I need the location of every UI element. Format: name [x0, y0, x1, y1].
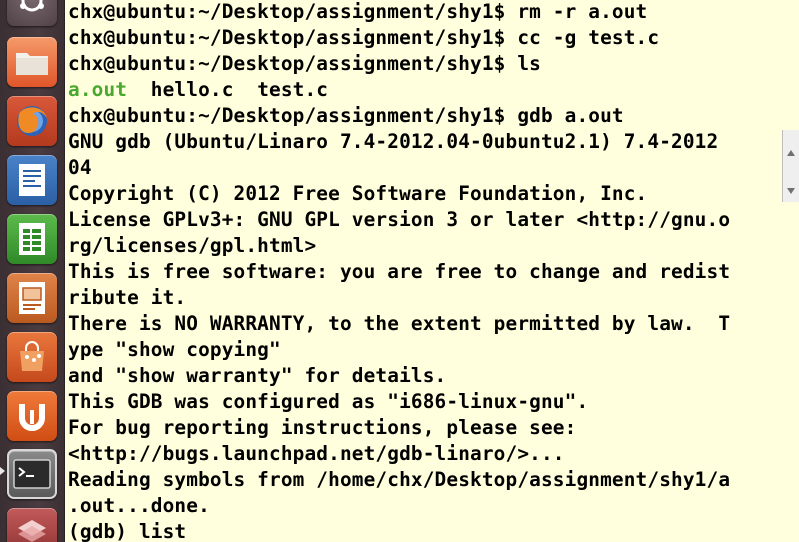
ubuntu-one-u-icon — [19, 404, 45, 431]
libreoffice-impress-icon[interactable] — [7, 273, 57, 323]
firefox-globe-icon — [17, 106, 47, 136]
terminal-line: chx@ubuntu:~/Desktop/assignment/shy1$ rm… — [68, 0, 648, 23]
terminal-icon[interactable] — [7, 449, 57, 499]
ls-executable: a.out — [68, 78, 128, 101]
terminal-line: rg/licenses/gpl.html> — [68, 234, 317, 257]
shopping-bag-icon — [20, 341, 44, 371]
terminal-line: ype "show copying" — [68, 338, 281, 361]
terminal-line: This GDB was configured as "i686-linux-g… — [68, 390, 589, 413]
files-folder-icon[interactable] — [7, 37, 57, 87]
terminal-line: GNU gdb (Ubuntu/Linaro 7.4-2012.04-0ubun… — [68, 130, 719, 153]
terminal-scrollbar[interactable] — [782, 130, 799, 202]
terminal-line: chx@ubuntu:~/Desktop/assignment/shy1$ gd… — [68, 104, 624, 127]
folder-icon — [16, 53, 48, 75]
terminal-line: <http://bugs.launchpad.net/gdb-linaro/>.… — [68, 442, 565, 465]
workspace-grid-icon — [18, 520, 46, 542]
terminal-line: License GPLv3+: GNU GPL version 3 or lat… — [68, 208, 731, 231]
terminal-screen-icon — [13, 459, 51, 489]
active-app-indicator-icon — [0, 467, 5, 475]
scroll-down-arrow-icon[interactable] — [787, 188, 795, 194]
terminal-line: chx@ubuntu:~/Desktop/assignment/shy1$ ls — [68, 52, 541, 75]
firefox-icon[interactable] — [7, 96, 57, 146]
unity-launcher — [0, 0, 65, 542]
terminal-line: This is free software: you are free to c… — [68, 260, 731, 283]
workspace-switcher-icon[interactable] — [7, 508, 57, 542]
spreadsheet-icon — [19, 223, 45, 255]
terminal-line: For bug reporting instructions, please s… — [68, 416, 577, 439]
terminal-line: ribute it. — [68, 286, 187, 309]
gdb-prompt-line: (gdb) list — [68, 520, 187, 542]
terminal-line: .out...done. — [68, 494, 210, 517]
terminal-line: Reading symbols from /home/chx/Desktop/a… — [68, 468, 731, 491]
presentation-icon — [19, 282, 45, 314]
ls-output-line: a.out hello.c test.c — [68, 77, 328, 103]
libreoffice-calc-icon[interactable] — [7, 214, 57, 264]
scroll-up-arrow-icon[interactable] — [787, 150, 795, 156]
terminal-line: and "show warranty" for details. — [68, 364, 447, 387]
libreoffice-writer-icon[interactable] — [7, 155, 57, 205]
ubuntu-logo-icon — [20, 0, 44, 12]
terminal-output[interactable]: chx@ubuntu:~/Desktop/assignment/shy1$ rm… — [68, 0, 782, 542]
terminal-line: There is NO WARRANTY, to the extent perm… — [68, 312, 731, 335]
terminal-line: 04 — [68, 156, 92, 179]
ls-files: hello.c test.c — [127, 78, 329, 101]
document-icon — [19, 164, 45, 196]
terminal-line: chx@ubuntu:~/Desktop/assignment/shy1$ cc… — [68, 26, 660, 49]
ubuntu-software-center-icon[interactable] — [7, 332, 57, 382]
terminal-line: Copyright (C) 2012 Free Software Foundat… — [68, 182, 648, 205]
ubuntu-dash-icon[interactable] — [7, 0, 57, 26]
ubuntu-one-icon[interactable] — [7, 391, 57, 441]
